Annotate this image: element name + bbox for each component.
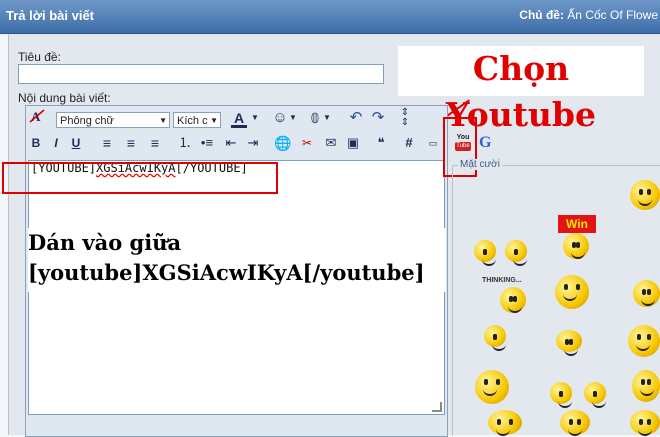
remove-format-icon[interactable]: A (28, 108, 46, 128)
smiley-icon[interactable] (550, 382, 572, 408)
topic-prefix: Chủ đề: (519, 8, 564, 22)
align-right-icon[interactable]: ≡ (146, 133, 164, 153)
font-size-value: Kích c (177, 115, 208, 127)
page-title: Trả lời bài viết (6, 8, 94, 23)
font-size-select[interactable]: Kích c ▼ (173, 112, 221, 128)
smiley-icon[interactable] (500, 287, 526, 313)
smiley-icon[interactable] (475, 370, 509, 404)
smiley-icon[interactable] (556, 330, 582, 356)
align-center-icon[interactable]: ≡ (122, 133, 140, 153)
smiley-icon[interactable] (505, 240, 527, 266)
smiley-icon[interactable] (628, 325, 660, 357)
thinking-smiley-label: THINKING... (482, 277, 522, 284)
quote-icon[interactable]: ❝ (372, 133, 390, 153)
smiley-icon[interactable] (630, 410, 660, 436)
italic-button[interactable]: I (48, 133, 64, 153)
topic-name: Ấn Cốc Of Flowe (567, 8, 658, 22)
instruction-line-2: [youtube]XGSiAcwIKyA[/youtube] (28, 260, 425, 285)
align-left-icon[interactable]: ≡ (98, 133, 116, 153)
toolbar-row-1: A Phông chữ▼ Kích c▼ A ▼ ☺ ▼ 𝟘 ▼ ↶ ↷ ⇕⇕ (26, 108, 447, 132)
smiley-icon[interactable] (555, 275, 589, 309)
smiley-icon[interactable] (474, 240, 496, 266)
window-titlebar: Trả lời bài viết Chủ đề: Ấn Cốc Of Flowe (0, 0, 660, 34)
subject-label: Tiêu đề: (18, 50, 61, 64)
chevron-down-icon: ▼ (210, 116, 218, 125)
font-family-select[interactable]: Phông chữ ▼ (56, 112, 170, 128)
toolbar-row-2: B I U ≡ ≡ ≡ ⒈ •≡ ⇤ ⇥ 🌐 ✂ ✉ ▣ ❝ # ▭ (26, 133, 447, 157)
image-icon[interactable]: ▣ (344, 133, 362, 153)
instruction-line-1: Dán vào giữa (28, 230, 182, 255)
subject-input[interactable] (18, 64, 384, 84)
outdent-icon[interactable]: ⇤ (222, 133, 240, 153)
php-icon[interactable]: ▭ (424, 133, 442, 153)
topic-info: Chủ đề: Ấn Cốc Of Flowe (519, 8, 658, 22)
smiley-icon[interactable] (584, 382, 606, 408)
indent-icon[interactable]: ⇥ (244, 133, 262, 153)
smiley-icon[interactable] (484, 325, 506, 351)
smiley-icon[interactable] (560, 410, 590, 436)
smiley-icon[interactable]: ☺ (271, 108, 289, 128)
content-label: Nội dung bài viết: (18, 91, 111, 105)
callout-choose-youtube: Chọn Youtube (398, 46, 644, 134)
smilies-legend: Mặt cười (458, 159, 502, 170)
attachment-icon[interactable]: 𝟘 (308, 108, 322, 128)
resize-grip-icon[interactable] (432, 402, 442, 412)
chevron-down-icon[interactable]: ▼ (289, 108, 297, 128)
underline-button[interactable]: U (68, 133, 84, 153)
smiley-icon[interactable] (632, 370, 660, 402)
chevron-down-icon: ▼ (159, 116, 167, 125)
typed-text-highlight (2, 162, 278, 194)
smiley-icon[interactable] (563, 233, 589, 259)
win-smiley-sign[interactable]: Win (558, 215, 596, 233)
smiley-icon[interactable] (488, 410, 522, 436)
ordered-list-icon[interactable]: ⒈ (176, 133, 194, 153)
chevron-down-icon[interactable]: ▼ (251, 108, 259, 128)
email-icon[interactable]: ✉ (322, 133, 340, 153)
font-family-value: Phông chữ (60, 115, 114, 127)
redo-icon[interactable]: ↷ (369, 108, 387, 128)
chevron-down-icon[interactable]: ▼ (323, 108, 331, 128)
smiley-icon[interactable] (633, 280, 660, 307)
unordered-list-icon[interactable]: •≡ (198, 133, 216, 153)
resize-icon[interactable]: ⇕ ⇕ (399, 108, 411, 128)
hash-button[interactable]: # (402, 133, 416, 153)
link-icon[interactable]: 🌐 (274, 133, 292, 153)
bold-button[interactable]: B (28, 133, 44, 153)
instruction-callout: Dán vào giữa [youtube]XGSiAcwIKyA[/youtub… (28, 228, 446, 292)
font-color-icon[interactable]: A (228, 108, 250, 128)
google-button[interactable]: G (479, 134, 495, 152)
unlink-icon[interactable]: ✂ (298, 133, 316, 153)
undo-icon[interactable]: ↶ (347, 108, 365, 128)
smiley-icon[interactable] (630, 180, 660, 210)
